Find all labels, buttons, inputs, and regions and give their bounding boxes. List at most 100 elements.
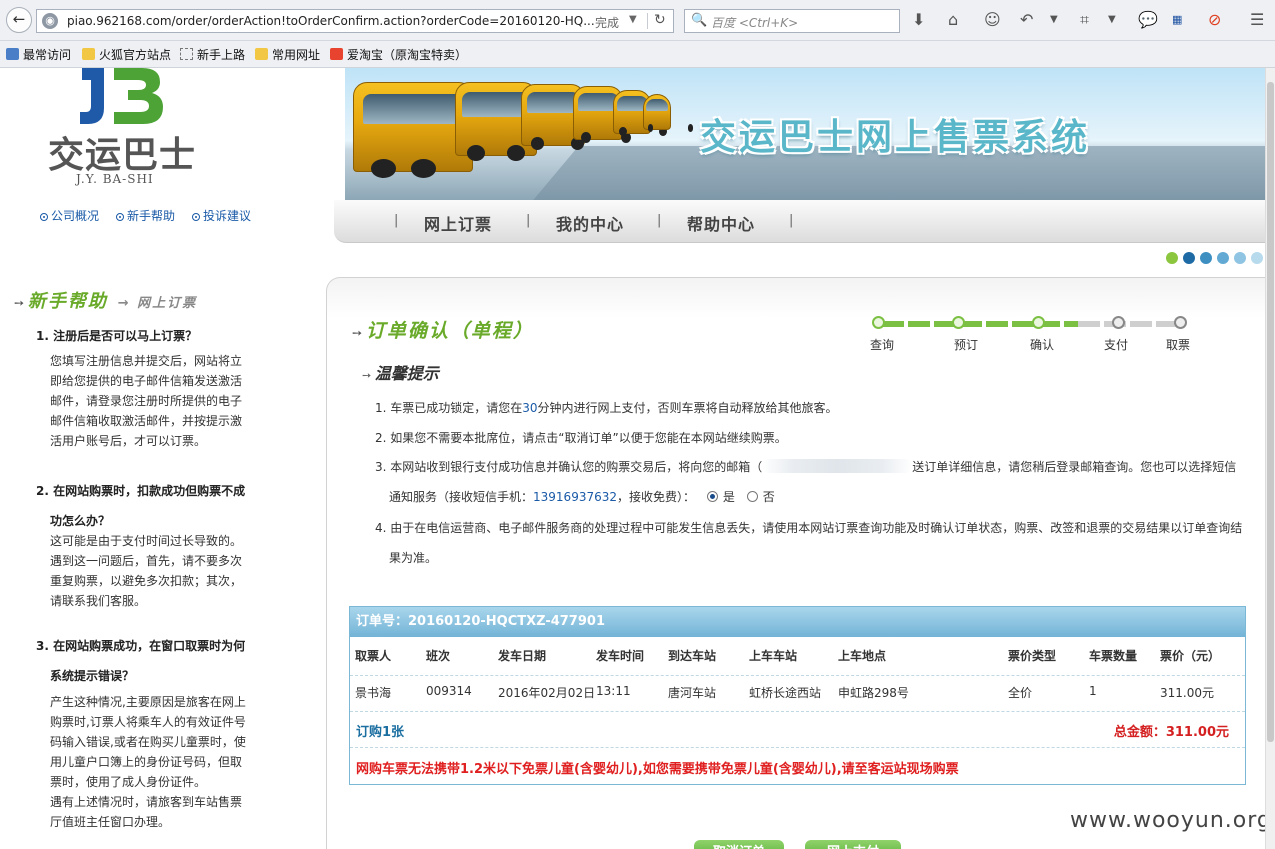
faq-question: 2. 在网站购票时，扣款成功但购票不成 功怎么办？ xyxy=(36,484,246,528)
logo-text: 交运巴士 xyxy=(48,134,197,176)
carousel-dot[interactable] xyxy=(1183,252,1195,264)
progress-bar-todo xyxy=(1078,321,1178,327)
back-arrow-icon: ← xyxy=(12,10,26,28)
undo-dropdown-icon[interactable]: ▼ xyxy=(1050,10,1058,30)
column-header: 上车车站 xyxy=(749,649,798,663)
table-cell: 唐河车站 xyxy=(668,686,717,700)
order-number: 订单号：20160120-HQCTXZ-477901 xyxy=(350,607,1245,637)
download-icon[interactable]: ⬇ xyxy=(912,10,925,30)
bookmark-ai-taobao[interactable]: 爱淘宝（原淘宝特卖） xyxy=(330,46,467,63)
step-node xyxy=(1174,316,1187,329)
page-icon xyxy=(180,48,193,60)
divider xyxy=(350,675,1245,676)
nav-help-center[interactable]: 帮助中心 xyxy=(687,211,755,235)
undo-icon[interactable]: ↶ xyxy=(1020,10,1033,30)
step-label: 确认 xyxy=(1030,338,1055,352)
sms-no-radio[interactable] xyxy=(746,491,758,502)
block-icon[interactable]: ⊘ xyxy=(1208,10,1221,30)
page-title: ➙ 订单确认（单程） xyxy=(352,320,534,342)
scrollbar-thumb[interactable] xyxy=(1267,82,1274,742)
smiley-icon[interactable]: ☺ xyxy=(984,10,1001,30)
main-nav: | 网上订票 | 我的中心 | 帮助中心 | xyxy=(334,200,1265,243)
table-cell: 311.00元 xyxy=(1160,686,1214,700)
bookmark-common-sites[interactable]: 常用网址 xyxy=(255,46,320,63)
bookmark-most-visited[interactable]: 最常访问 xyxy=(6,46,71,63)
link-complaints[interactable]: 投诉建议 xyxy=(192,207,251,224)
faq-question: 1. 注册后是否可以马上订票？ xyxy=(36,329,198,343)
carousel-dot[interactable] xyxy=(1251,252,1263,264)
bullet-icon xyxy=(40,213,48,221)
arrow-icon: ➙ xyxy=(362,369,375,382)
link-company-profile[interactable]: 公司概况 xyxy=(40,207,99,224)
link-beginner-help[interactable]: 新手帮助 xyxy=(116,207,175,224)
search-input[interactable]: 百度 <Ctrl+K> xyxy=(711,14,798,31)
home-icon[interactable]: ⌂ xyxy=(948,10,958,30)
faq-question: 3. 在网站购票成功，在窗口取票时为何 系统提示错误？ xyxy=(36,639,246,683)
crop-dropdown-icon[interactable]: ▼ xyxy=(1108,10,1116,30)
table-cell: 1 xyxy=(1089,684,1097,698)
column-header: 发车时间 xyxy=(596,649,645,663)
page-scrollbar[interactable] xyxy=(1265,68,1275,849)
order-count: 订购1张 xyxy=(356,725,405,740)
folder-icon xyxy=(82,48,95,60)
jb-logo-icon xyxy=(80,68,163,124)
tip-4: 4. 由于在电信运营商、电子邮件服务商的处理过程中可能发生信息丢失，请使用本网站… xyxy=(375,521,1243,535)
crop-icon[interactable]: ⌗ xyxy=(1080,10,1089,30)
progress-bar-done xyxy=(882,321,1078,327)
chat-icon[interactable]: 💬 xyxy=(1138,10,1158,30)
url-bar[interactable]: ◉ piao.962168.com/order/orderAction!toOr… xyxy=(36,9,674,33)
tip-3-sms: 通知服务（接收短信手机：13916937632，接收免费）： 是 否 xyxy=(389,490,775,504)
cancel-order-button[interactable]: 取消订单 xyxy=(694,840,784,849)
nav-separator: | xyxy=(789,213,794,228)
logo-subtitle: J.Y. BA-SHI xyxy=(76,172,154,186)
url-separator xyxy=(647,13,648,29)
email-redacted xyxy=(762,459,913,473)
column-header: 取票人 xyxy=(355,649,392,663)
tips-title: ➙ 温馨提示 xyxy=(362,364,439,383)
tip-1: 1. 车票已成功锁定，请您在30分钟内进行网上支付，否则车票将自动释放给其他旅客… xyxy=(375,401,838,415)
faq-answer: 产生这种情况,主要原因是旅客在网上 购票时,订票人将乘车人的有效证件号 码输入错… xyxy=(50,695,246,829)
bullet-icon xyxy=(116,213,124,221)
table-cell: 全价 xyxy=(1008,686,1033,700)
table-cell: 009314 xyxy=(426,684,472,698)
bookmark-firefox-site[interactable]: 火狐官方站点 xyxy=(82,46,171,63)
carousel-dot[interactable] xyxy=(1234,252,1246,264)
carousel-dot[interactable] xyxy=(1166,252,1178,264)
nav-my-center[interactable]: 我的中心 xyxy=(556,211,624,235)
tip-3: 3. 本网站收到银行支付成功信息并确认您的购票交易后，将向您的邮箱（ 送订单详细信… xyxy=(375,459,1237,474)
url-text[interactable]: piao.962168.com/order/orderAction!toOrde… xyxy=(67,14,595,28)
url-dropdown-icon[interactable]: ▼ xyxy=(629,14,637,25)
nav-online-booking[interactable]: 网上订票 xyxy=(424,211,492,235)
translate-icon[interactable]: ▦ xyxy=(1172,10,1182,30)
sms-yes-radio[interactable] xyxy=(706,491,718,502)
bookmark-icon xyxy=(6,48,19,60)
bus-image xyxy=(643,94,671,132)
table-cell: 景书海 xyxy=(355,686,392,700)
step-node xyxy=(872,316,885,329)
browser-toolbar: ← ◉ piao.962168.com/order/orderAction!to… xyxy=(0,0,1275,41)
folder-icon xyxy=(255,48,268,60)
column-header: 车票数量 xyxy=(1089,649,1138,663)
nav-separator: | xyxy=(526,213,531,228)
taobao-icon xyxy=(330,48,343,60)
table-cell: 虹桥长途西站 xyxy=(749,686,822,700)
divider xyxy=(350,747,1245,748)
column-header: 到达车站 xyxy=(668,649,717,663)
step-node xyxy=(1032,316,1045,329)
search-bar[interactable]: 🔍 百度 <Ctrl+K> xyxy=(684,9,900,33)
carousel-dot[interactable] xyxy=(1200,252,1212,264)
step-label: 查询 xyxy=(870,338,895,352)
pay-online-button[interactable]: 网上支付 xyxy=(805,840,901,849)
bullet-icon xyxy=(192,213,200,221)
column-header: 发车日期 xyxy=(498,649,547,663)
sidebar-title: ➙ 新手帮助 → 网上订票 xyxy=(14,291,198,312)
bookmark-getting-started[interactable]: 新手上路 xyxy=(180,46,245,63)
step-label: 支付 xyxy=(1104,338,1129,352)
step-label: 预订 xyxy=(954,338,979,352)
menu-icon[interactable]: ☰ xyxy=(1250,10,1264,30)
back-button[interactable]: ← xyxy=(6,7,32,33)
order-total: 总金额：311.00元 xyxy=(1113,725,1229,740)
carousel-dot[interactable] xyxy=(1217,252,1229,264)
step-node xyxy=(1112,316,1125,329)
reload-icon[interactable]: ↻ xyxy=(654,12,666,28)
